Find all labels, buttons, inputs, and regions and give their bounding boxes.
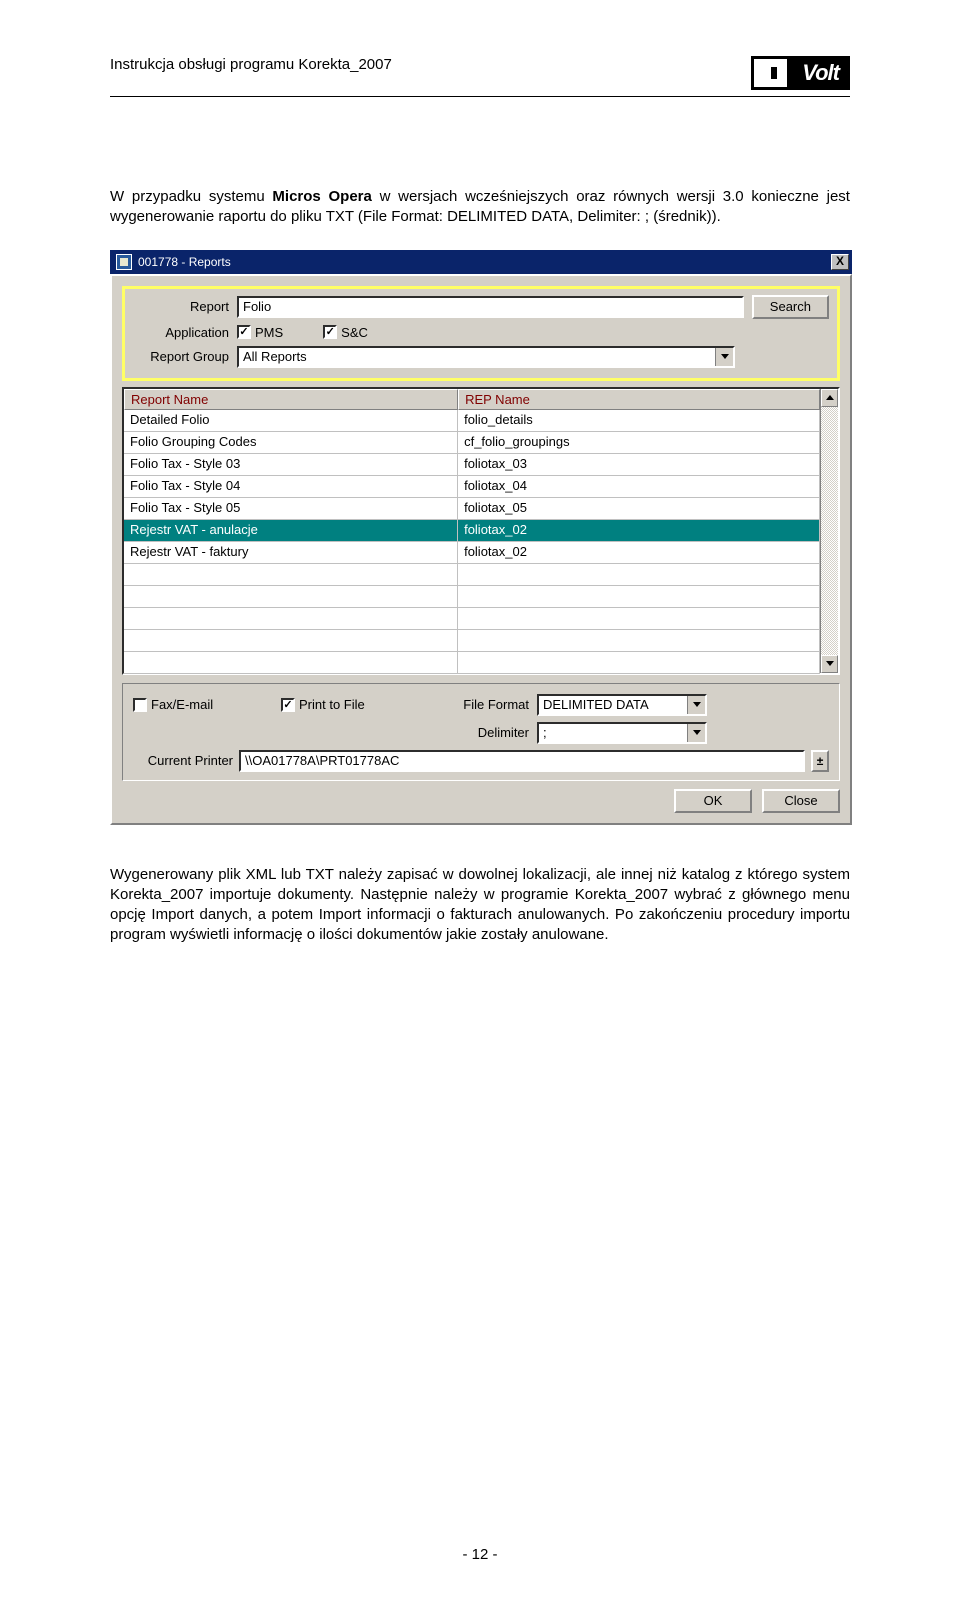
ok-button[interactable]: OK [674,789,752,813]
cell-rep-name: foliotax_05 [458,498,820,519]
application-label: Application [133,325,229,340]
close-dialog-button[interactable]: Close [762,789,840,813]
chevron-down-icon [715,348,733,366]
output-panel: Fax/E-mail ✓Print to File File Format DE… [122,683,840,781]
sc-checkbox[interactable]: ✓S&C [323,325,368,340]
cell-rep-name: foliotax_03 [458,454,820,475]
current-printer-input[interactable]: \\OA01778A\PRT01778AC [239,750,805,772]
p1-a: W przypadku systemu [110,188,272,205]
logo-text: Volt [796,59,847,87]
col-rep-name[interactable]: REP Name [458,389,820,410]
table-row-empty [124,608,820,630]
chevron-down-icon [687,724,705,742]
cell-rep-name: foliotax_02 [458,520,820,541]
scroll-up-icon[interactable] [821,389,838,407]
report-group-label: Report Group [133,349,229,364]
pms-checkbox-label: PMS [255,325,283,340]
intro-paragraph: W przypadku systemu Micros Opera w wersj… [110,187,850,228]
current-printer-label: Current Printer [133,753,233,768]
report-grid[interactable]: Report Name REP Name Detailed Foliofolio… [122,387,840,675]
table-row[interactable]: Folio Tax - Style 04foliotax_04 [124,476,820,498]
col-report-name[interactable]: Report Name [124,389,458,410]
app-icon [116,254,132,270]
print-to-file-checkbox-label: Print to File [299,697,365,712]
p2-g: , a potem [248,906,319,923]
print-to-file-checkbox[interactable]: ✓Print to File [281,697,431,712]
filter-highlight-box: Report Folio Search Application ✓PMS ✓S&… [122,286,840,381]
p2-b: Korekta_2007 [110,886,203,903]
p2-f: Import danych [151,906,247,923]
delimiter-combo[interactable]: ; [537,722,707,744]
search-button[interactable]: Search [752,295,829,319]
sc-checkbox-label: S&C [341,325,368,340]
file-format-value: DELIMITED DATA [539,696,687,714]
table-row-empty [124,630,820,652]
table-row[interactable]: Folio Grouping Codescf_folio_groupings [124,432,820,454]
instructions-paragraph: Wygenerowany plik XML lub TXT należy zap… [110,865,850,946]
embedded-screenshot: 001778 - Reports X Report Folio Search A… [110,250,852,825]
table-row[interactable]: Rejestr VAT - anulacjefoliotax_02 [124,520,820,542]
cell-report-name: Folio Grouping Codes [124,432,458,453]
delimiter-value: ; [539,724,687,742]
report-group-value: All Reports [239,348,715,366]
file-format-combo[interactable]: DELIMITED DATA [537,694,707,716]
fax-checkbox[interactable]: Fax/E-mail [133,697,273,712]
cell-report-name: Rejestr VAT - faktury [124,542,458,563]
p2-a: Wygenerowany plik XML lub TXT należy zap… [110,866,850,883]
page-number: - 12 - [0,1546,960,1563]
p2-h: Import informacji o fakturach anulowanyc… [319,906,606,923]
file-format-label: File Format [439,697,529,712]
table-row[interactable]: Folio Tax - Style 03foliotax_03 [124,454,820,476]
table-row-empty [124,564,820,586]
table-row-empty [124,652,820,674]
p1-b: Micros Opera [272,188,371,205]
report-input[interactable]: Folio [237,296,744,318]
cell-report-name: Detailed Folio [124,410,458,431]
cell-rep-name: foliotax_02 [458,542,820,563]
table-row[interactable]: Rejestr VAT - fakturyfoliotax_02 [124,542,820,564]
scroll-track[interactable] [821,407,838,655]
p2-d: Korekta_2007 [575,886,668,903]
cell-report-name: Rejestr VAT - anulacje [124,520,458,541]
cell-rep-name: folio_details [458,410,820,431]
cell-rep-name: cf_folio_groupings [458,432,820,453]
table-row[interactable]: Detailed Foliofolio_details [124,410,820,432]
window-title: 001778 - Reports [138,255,831,269]
pms-checkbox[interactable]: ✓PMS [237,325,283,340]
delimiter-label: Delimiter [439,725,529,740]
report-group-combo[interactable]: All Reports [237,346,735,368]
logo: Volt [751,56,850,92]
scroll-down-icon[interactable] [821,655,838,673]
table-row-empty [124,586,820,608]
table-row[interactable]: Folio Tax - Style 05foliotax_05 [124,498,820,520]
grid-scrollbar[interactable] [820,389,838,673]
close-button[interactable]: X [831,254,849,270]
printer-select-button[interactable] [811,750,829,772]
document-header: Instrukcja obsługi programu Korekta_2007… [110,56,850,97]
cell-rep-name: foliotax_04 [458,476,820,497]
window-titlebar: 001778 - Reports X [110,250,852,274]
report-label: Report [133,299,229,314]
fax-checkbox-label: Fax/E-mail [151,697,213,712]
cell-report-name: Folio Tax - Style 04 [124,476,458,497]
cell-report-name: Folio Tax - Style 05 [124,498,458,519]
cell-report-name: Folio Tax - Style 03 [124,454,458,475]
p2-c: importuje dokumenty. Następnie należy w … [203,886,574,903]
chevron-down-icon [687,696,705,714]
document-title: Instrukcja obsługi programu Korekta_2007 [110,56,392,73]
